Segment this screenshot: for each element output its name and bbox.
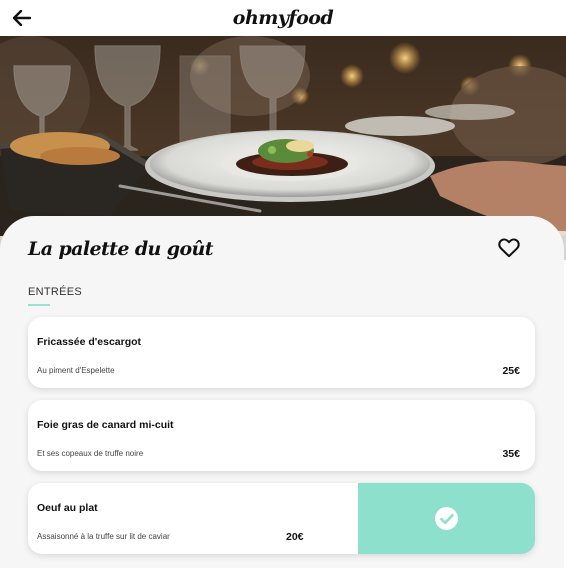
dish-price: 20€	[286, 531, 304, 543]
checkmark-icon	[439, 513, 454, 524]
dish-description: Au piment d'Espelette	[37, 366, 115, 375]
restaurant-title: La palette du goût	[28, 238, 214, 260]
dish-price: 25€	[502, 365, 520, 377]
dish-name: Foie gras de canard mi-cuit	[37, 419, 174, 431]
dish-description: Assaisonné à la truffe sur lit de caviar	[37, 532, 170, 541]
section-heading: ENTRÉES	[28, 286, 83, 298]
app-header: ohmyfood	[0, 0, 566, 36]
restaurant-menu-sheet: La palette du goût ENTRÉES Fricassée d'e…	[0, 216, 564, 568]
dish-card[interactable]: Foie gras de canard mi-cuit Et ses copea…	[28, 400, 535, 471]
heart-outline-icon	[498, 238, 520, 258]
dish-description: Et ses copeaux de truffe noire	[37, 449, 144, 458]
dish-name: Fricassée d'escargot	[37, 336, 142, 348]
app-logo: ohmyfood	[232, 7, 334, 29]
section-underline	[28, 304, 50, 306]
dish-card-selected[interactable]: Oeuf au plat Assaisonné à la truffe sur …	[28, 483, 535, 554]
dish-name: Oeuf au plat	[37, 502, 98, 514]
check-circle	[435, 507, 458, 530]
back-button[interactable]	[10, 6, 34, 30]
arrow-left-icon	[13, 10, 31, 26]
selected-check-panel[interactable]	[358, 483, 535, 554]
dish-card[interactable]: Fricassée d'escargot Au piment d'Espelet…	[28, 317, 535, 388]
favorite-button[interactable]	[498, 238, 524, 262]
dish-price: 35€	[502, 448, 520, 460]
